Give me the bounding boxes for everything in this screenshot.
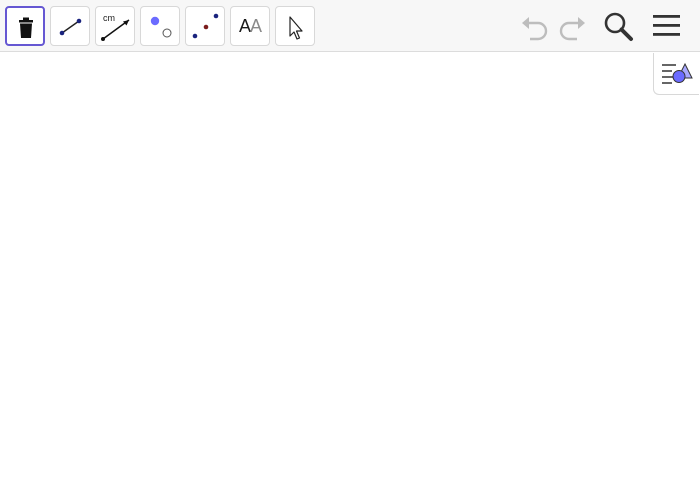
text-tool-glyph-secondary: A [250,16,262,36]
point-icon [150,16,172,38]
delete-tool-button[interactable] [5,6,45,46]
redo-icon [559,17,585,41]
trash-icon [19,17,33,38]
text-tool-glyph-primary: A [238,16,251,36]
menu-icon [653,15,680,36]
point-on-object-icon [192,13,219,39]
text-tool-icon: AA [231,16,269,36]
search-button[interactable] [602,10,636,49]
main-menu-button[interactable] [650,12,682,45]
segment-with-length-icon [101,19,130,41]
graphics-view[interactable] [0,52,700,500]
redo-button[interactable] [555,12,589,47]
algebra-view-icon [662,62,693,84]
segment-icon [59,18,82,36]
algebra-view-toggle-button[interactable] [653,53,699,95]
point-on-object-tool-button[interactable] [185,6,225,46]
move-tool-button[interactable] [275,6,315,46]
undo-button[interactable] [518,12,552,47]
point-tool-button[interactable] [140,6,180,46]
text-tool-button[interactable]: AA [230,6,270,46]
search-icon [604,12,633,41]
move-pointer-icon [289,16,303,40]
segment-with-length-tool-button[interactable]: cm [95,6,135,46]
undo-icon [522,17,548,41]
segment-tool-button[interactable] [50,6,90,46]
toolbar: cm AA [0,0,700,52]
